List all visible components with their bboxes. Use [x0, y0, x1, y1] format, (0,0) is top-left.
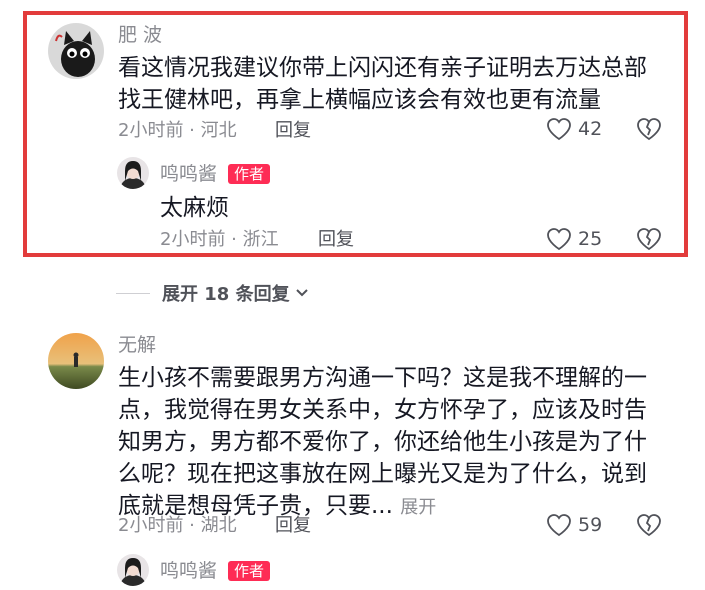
- reply-button[interactable]: 回复: [275, 515, 311, 537]
- reply-button[interactable]: 回复: [318, 229, 354, 251]
- reply-button[interactable]: 回复: [275, 120, 311, 142]
- broken-heart-icon: [636, 117, 662, 141]
- heart-icon: [546, 513, 572, 537]
- comment-text-line: 知男方，男方都不爱你了，你还给他生小孩是为了什: [118, 429, 647, 455]
- comment-username[interactable]: 肥 波: [118, 24, 162, 46]
- reply-username[interactable]: 鸣鸣酱: [160, 560, 217, 582]
- broken-heart-icon: [636, 227, 662, 251]
- avatar-wujie[interactable]: [48, 333, 104, 389]
- like-button[interactable]: 25: [546, 227, 602, 251]
- heart-icon: [546, 227, 572, 251]
- reply-text: 太麻烦: [160, 195, 229, 221]
- dislike-button[interactable]: [636, 227, 662, 251]
- like-count: 42: [578, 118, 603, 140]
- avatar-feibo[interactable]: [48, 23, 104, 79]
- expand-text-button[interactable]: 展开: [400, 497, 436, 518]
- comment-username[interactable]: 无解: [118, 334, 156, 356]
- reply-username[interactable]: 鸣鸣酱: [160, 163, 217, 185]
- author-badge: 作者: [228, 561, 271, 581]
- avatar-mingmingjiang[interactable]: [117, 554, 149, 586]
- comment-text-line: 找王健林吧，再拿上横幅应该会有效也更有流量: [118, 87, 601, 113]
- comment-meta: 2小时前 · 河北: [118, 120, 237, 141]
- expand-replies-label: 展开 18 条回复: [162, 284, 290, 305]
- like-button[interactable]: 42: [546, 117, 602, 141]
- like-count: 59: [578, 514, 603, 536]
- author-badge: 作者: [228, 164, 271, 184]
- comment-meta: 2小时前 · 湖北: [118, 515, 237, 536]
- comment-text-line: 看这情况我建议你带上闪闪还有亲子证明去万达总部: [118, 55, 647, 81]
- dislike-button[interactable]: [636, 513, 662, 537]
- heart-icon: [546, 117, 572, 141]
- expand-replies-button[interactable]: 展开 18 条回复: [116, 280, 310, 306]
- avatar-mingmingjiang[interactable]: [117, 157, 149, 189]
- like-count: 25: [578, 228, 603, 250]
- broken-heart-icon: [636, 513, 662, 537]
- reply-meta: 2小时前 · 浙江: [160, 229, 279, 250]
- dislike-button[interactable]: [636, 117, 662, 141]
- comment-text-line: 点，我觉得在男女关系中，女方怀孕了，应该及时告: [118, 397, 647, 423]
- chevron-down-icon: [294, 283, 310, 304]
- divider-line: [116, 292, 150, 294]
- like-button[interactable]: 59: [546, 513, 602, 537]
- comment-text-line: 生小孩不需要跟男方沟通一下吗？这是我不理解的一: [118, 365, 647, 391]
- comment-text-line: 么呢？现在把这事放在网上曝光又是为了什么，说到: [118, 461, 647, 487]
